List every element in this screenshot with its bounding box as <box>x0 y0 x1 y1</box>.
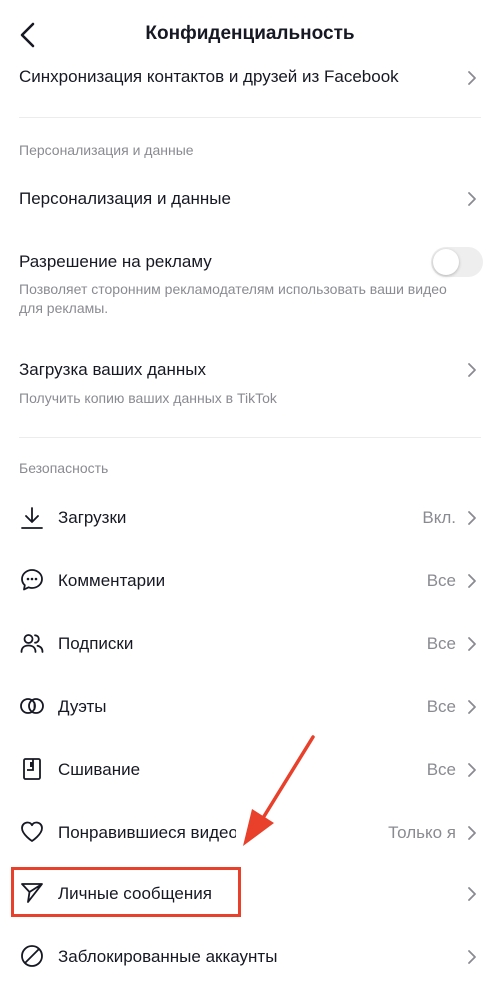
download-data-row[interactable]: Загрузка ваших данных Получить копию ваш… <box>0 350 500 416</box>
stitch-icon <box>23 758 41 780</box>
chevron-right-icon <box>468 637 476 651</box>
liked-videos-label: Понравившиеся видео <box>58 823 238 842</box>
downloads-label: Загрузки <box>58 508 127 527</box>
download-icon <box>21 507 43 529</box>
comment-icon <box>21 569 43 591</box>
downloads-value: Вкл. <box>422 508 456 527</box>
liked-videos-value: Только я <box>388 823 456 842</box>
personalization-row[interactable]: Персонализация и данные <box>0 176 500 220</box>
divider <box>19 117 481 118</box>
duets-row[interactable]: Дуэты Все <box>0 685 500 729</box>
blocked-accounts-row[interactable]: Заблокированные аккаунты <box>0 935 500 979</box>
duet-icon <box>20 698 44 714</box>
divider <box>19 437 481 438</box>
following-label: Подписки <box>58 634 134 653</box>
stitch-row[interactable]: Сшивание Все <box>0 748 500 792</box>
stitch-label: Сшивание <box>58 760 141 779</box>
ads-permission-row: Разрешение на рекламу Позволяет сторонни… <box>0 240 500 324</box>
download-data-label: Загрузка ваших данных <box>19 360 206 379</box>
chevron-right-icon <box>468 574 476 588</box>
facebook-sync-label: Синхронизация контактов и друзей из Face… <box>19 67 399 86</box>
section-header-security: Безопасность <box>19 460 109 476</box>
ads-permission-label: Разрешение на рекламу <box>19 252 212 271</box>
section-header-personalization: Персонализация и данные <box>19 142 194 158</box>
page-title: Конфиденциальность <box>145 23 355 44</box>
downloads-row[interactable]: Загрузки Вкл. <box>0 496 500 540</box>
personalization-label: Персонализация и данные <box>19 189 231 208</box>
liked-videos-row[interactable]: Понравившиеся видео Только я <box>0 811 500 855</box>
stitch-value: Все <box>426 760 456 779</box>
following-row[interactable]: Подписки Все <box>0 622 500 666</box>
comments-label: Комментарии <box>58 571 166 590</box>
duets-value: Все <box>426 697 456 716</box>
chevron-right-icon <box>468 71 476 85</box>
ads-permission-toggle[interactable] <box>431 247 483 277</box>
facebook-sync-row[interactable]: Синхронизация контактов и друзей из Face… <box>0 56 500 100</box>
chevron-right-icon <box>468 887 476 901</box>
block-icon <box>21 945 43 967</box>
people-icon <box>20 634 44 653</box>
chevron-right-icon <box>468 763 476 777</box>
blocked-accounts-label: Заблокированные аккаунты <box>58 947 278 966</box>
chevron-right-icon <box>468 950 476 964</box>
ads-permission-description: Позволяет сторонним рекламодателям испол… <box>19 281 447 316</box>
chevron-right-icon <box>468 826 476 840</box>
label-fade-mask <box>236 811 366 855</box>
chevron-right-icon <box>468 511 476 525</box>
following-value: Все <box>426 634 456 653</box>
header: Конфиденциальность <box>0 0 500 64</box>
comments-row[interactable]: Комментарии Все <box>0 559 500 603</box>
chevron-right-icon <box>468 363 476 377</box>
toggle-knob <box>433 249 459 275</box>
comments-value: Все <box>426 571 456 590</box>
chevron-right-icon <box>468 700 476 714</box>
download-data-description: Получить копию ваших данных в TikTok <box>19 390 277 406</box>
duets-label: Дуэты <box>58 697 107 716</box>
chevron-right-icon <box>468 192 476 206</box>
heart-icon <box>21 821 43 842</box>
highlight-box <box>11 867 241 917</box>
